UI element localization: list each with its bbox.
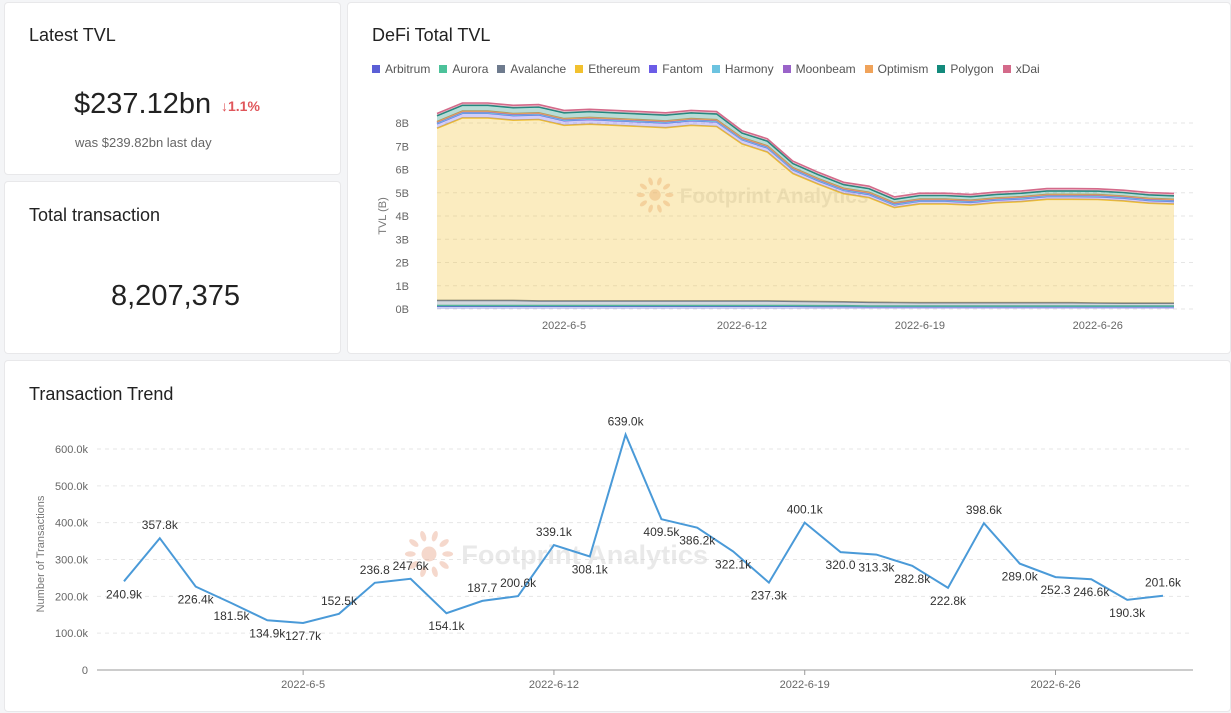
data-label: 237.3k <box>751 589 788 603</box>
y-tick-label: 300.0k <box>55 555 89 567</box>
x-tick-label: 2022-6-12 <box>717 320 767 332</box>
data-label: 289.0k <box>1002 570 1039 584</box>
y-tick-label: 8B <box>396 118 409 130</box>
x-tick-label: 2022-6-19 <box>895 320 945 332</box>
x-tick-label: 2022-6-26 <box>1073 320 1123 332</box>
data-label: 222.8k <box>930 594 967 608</box>
data-label: 134.9k <box>249 626 286 640</box>
x-tick-label: 2022-6-5 <box>281 679 325 691</box>
data-label: 187.7 <box>467 581 497 595</box>
data-label: 246.6k <box>1073 585 1110 599</box>
data-label: 313.3k <box>858 561 895 575</box>
data-label: 398.6k <box>966 503 1003 517</box>
latest-tvl-card: Latest TVL $237.12bn ↓1.1% was $239.82bn… <box>4 2 341 175</box>
total-transaction-title: Total transaction <box>29 205 160 226</box>
data-label: 639.0k <box>608 415 645 429</box>
latest-tvl-value: $237.12bn <box>74 88 211 121</box>
tvl-previous-value: was $239.82bn last day <box>75 135 212 150</box>
tvl-change-badge: ↓1.1% <box>221 98 260 114</box>
x-tick-label: 2022-6-12 <box>529 679 579 691</box>
y-tick-label: 500.0k <box>55 481 89 493</box>
data-label: 240.9k <box>106 587 143 601</box>
data-label: 190.3k <box>1109 606 1146 620</box>
transaction-line-chart: 0 100.0k 200.0k 300.0k 400.0k 500.0k 600.0k Num… <box>5 361 1231 713</box>
y-axis-label: TVL (B) <box>377 197 389 235</box>
data-label: 236.8 <box>360 563 390 577</box>
x-tick-label: 2022-6-26 <box>1030 679 1080 691</box>
y-tick-label: 6B <box>396 165 409 177</box>
data-label: 308.1k <box>572 563 609 577</box>
data-label: 200.6k <box>500 576 537 590</box>
y-tick-label: 2B <box>396 258 409 270</box>
y-tick-label: 1B <box>396 281 409 293</box>
data-label: 226.4k <box>178 593 215 607</box>
x-tick-label: 2022-6-19 <box>780 679 830 691</box>
defi-tvl-card: DeFi Total TVL ArbitrumAuroraAvalancheEt… <box>347 2 1231 354</box>
latest-tvl-title: Latest TVL <box>29 25 116 46</box>
area-ethereum <box>437 118 1174 303</box>
data-label: 282.8k <box>894 572 931 586</box>
x-tick-label: 2022-6-5 <box>542 320 586 332</box>
y-axis-label: Number of Transactions <box>35 495 47 612</box>
y-tick-label: 3B <box>396 234 409 246</box>
data-label: 320.0 <box>826 558 856 572</box>
y-tick-label: 400.0k <box>55 518 89 530</box>
y-tick-label: 100.0k <box>55 628 89 640</box>
arrow-down-icon: ↓ <box>221 98 228 114</box>
tvl-area-chart: 0B1B2B3B4B5B6B7B8BTVL (B)Footprint Analy… <box>348 3 1231 355</box>
data-label: 357.8k <box>142 518 179 532</box>
y-tick-label: 5B <box>396 188 409 200</box>
data-label: 386.2k <box>679 534 716 548</box>
data-label: 181.5k <box>213 609 250 623</box>
total-transaction-card: Total transaction 8,207,375 <box>4 181 341 354</box>
data-label: 322.1k <box>715 557 752 571</box>
data-label: 152.5k <box>321 594 358 608</box>
transaction-trend-card: Transaction Trend 0100.0k200.0k300.0k400… <box>4 360 1231 712</box>
y-tick-label: 4B <box>396 211 409 223</box>
y-tick-label: 200.0k <box>55 591 89 603</box>
tvl-change-value: 1.1% <box>228 98 260 114</box>
total-transaction-value: 8,207,375 <box>111 280 240 313</box>
data-label: 247.6k <box>393 559 430 573</box>
y-tick-label: 0 <box>82 665 88 677</box>
data-label: 201.6k <box>1145 576 1182 590</box>
data-label: 252.3 <box>1041 583 1071 597</box>
data-label: 339.1k <box>536 525 573 539</box>
y-tick-label: 0B <box>396 304 409 316</box>
data-label: 127.7k <box>285 629 322 643</box>
y-tick-label: 7B <box>396 141 409 153</box>
data-label: 409.5k <box>643 525 680 539</box>
data-label: 400.1k <box>787 503 824 517</box>
y-tick-label: 600.0k <box>55 444 89 456</box>
data-label: 154.1k <box>428 619 465 633</box>
